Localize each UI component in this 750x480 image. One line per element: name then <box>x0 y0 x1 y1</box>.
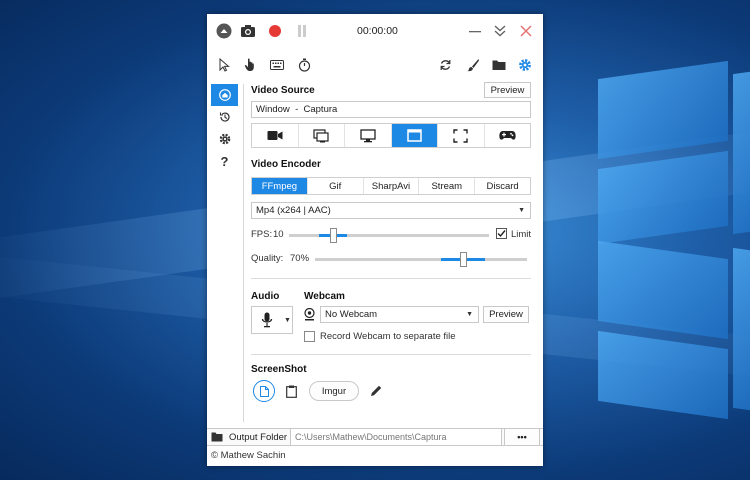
limit-checkbox[interactable] <box>496 228 507 239</box>
tab-gif[interactable]: Gif <box>308 178 364 194</box>
copyright-text: © Mathew Sachin <box>211 450 286 461</box>
collapse-icon[interactable] <box>215 22 233 40</box>
source-window[interactable] <box>391 124 438 147</box>
output-path-field[interactable]: C:\Users\Mathew\Documents\Captura <box>290 428 502 446</box>
brush-icon[interactable] <box>466 58 480 72</box>
output-folder-label: Output Folder <box>229 431 288 443</box>
codec-value: Mp4 (x264 | AAC) <box>256 205 331 216</box>
side-nav: ? <box>211 84 239 424</box>
source-monitor[interactable] <box>345 124 392 147</box>
tab-stream[interactable]: Stream <box>419 178 476 194</box>
output-folder-button[interactable]: Output Folder <box>207 428 290 446</box>
source-region[interactable] <box>438 124 485 147</box>
fps-slider[interactable] <box>289 227 489 243</box>
timer-icon[interactable] <box>298 58 311 72</box>
help-icon: ? <box>220 153 229 169</box>
chevron-down-icon: ▼ <box>466 311 473 318</box>
window-icon <box>407 129 422 142</box>
cursor-icon[interactable] <box>218 58 230 72</box>
source-type-selector <box>251 123 531 148</box>
section-divider <box>251 278 531 279</box>
monitor-icon <box>360 128 376 142</box>
audio-mic-button[interactable]: ▼ <box>251 306 293 334</box>
quality-value: 70% <box>290 253 310 264</box>
webcam-select[interactable]: No Webcam ▼ <box>320 306 479 323</box>
camera-icon[interactable] <box>239 22 257 40</box>
refresh-icon[interactable] <box>439 58 452 72</box>
screenshot-title: ScreenShot <box>251 364 307 375</box>
settings-gear-icon[interactable] <box>518 58 532 72</box>
screens-icon <box>313 128 329 142</box>
quality-slider[interactable] <box>315 251 527 267</box>
output-more-button[interactable]: ••• <box>504 428 540 446</box>
click-hand-icon[interactable] <box>244 57 257 72</box>
quality-label: Quality: <box>251 253 284 264</box>
video-camera-icon <box>267 131 283 140</box>
history-icon <box>219 112 230 122</box>
expand-down-icon[interactable] <box>491 22 509 40</box>
webcam-title: Webcam <box>304 291 345 302</box>
nav-history[interactable] <box>211 106 238 128</box>
source-multi-monitor[interactable] <box>299 124 345 147</box>
encoder-tabs: FFmpeg Gif SharpAvi Stream Discard <box>251 177 531 195</box>
codec-select[interactable]: Mp4 (x264 | AAC) ▼ <box>251 202 531 219</box>
video-source-value: Window - Captura <box>256 104 338 115</box>
nav-help[interactable]: ? <box>211 150 238 172</box>
folder-icon[interactable] <box>492 59 506 71</box>
webcam-icon <box>304 308 315 321</box>
close-icon[interactable] <box>517 22 535 40</box>
fps-slider-thumb[interactable] <box>330 228 337 243</box>
title-bar: 00:00:00 <box>207 14 543 48</box>
limit-label: Limit <box>511 229 532 240</box>
imgur-button[interactable]: Imgur <box>309 381 359 401</box>
video-source-preview-button[interactable]: Preview <box>484 82 531 98</box>
pencil-icon[interactable] <box>370 385 382 397</box>
fps-value: 10 <box>273 229 284 240</box>
region-select-icon <box>453 128 468 143</box>
nav-divider <box>243 84 244 422</box>
clipboard-icon[interactable] <box>286 385 297 398</box>
quality-slider-thumb[interactable] <box>460 252 467 267</box>
record-button[interactable] <box>266 22 284 40</box>
elapsed-time: 00:00:00 <box>357 25 398 37</box>
section-divider <box>251 354 531 355</box>
video-encoder-title: Video Encoder <box>251 159 321 170</box>
windows-logo-pane <box>733 247 750 413</box>
tab-ffmpeg[interactable]: FFmpeg <box>252 178 308 194</box>
webcam-value: No Webcam <box>325 309 378 320</box>
file-icon <box>259 385 269 397</box>
screenshot-disk-button[interactable] <box>253 380 275 402</box>
tab-sharpavi[interactable]: SharpAvi <box>364 178 420 194</box>
checkmark-icon <box>497 230 506 238</box>
webcam-separate-label: Record Webcam to separate file <box>320 331 456 342</box>
audio-title: Audio <box>251 291 280 302</box>
gear-icon <box>219 133 230 145</box>
tool-row <box>207 54 543 76</box>
tab-discard[interactable]: Discard <box>475 178 530 194</box>
source-screen-recorder[interactable] <box>252 124 299 147</box>
output-path-value: C:\Users\Mathew\Documents\Captura <box>295 432 447 442</box>
chevron-down-icon: ▼ <box>284 317 291 324</box>
captura-window: 00:00:00 ? Video Source Preview Window -… <box>207 14 543 466</box>
pause-icon[interactable] <box>293 22 311 40</box>
keyboard-icon[interactable] <box>270 60 284 70</box>
webcam-preview-button[interactable]: Preview <box>483 306 529 323</box>
video-source-field[interactable]: Window - Captura <box>251 101 531 118</box>
fps-label: FPS: <box>251 229 273 240</box>
chevron-down-icon: ▼ <box>518 207 525 214</box>
video-source-title: Video Source <box>251 85 315 96</box>
webcam-separate-checkbox[interactable] <box>304 331 315 342</box>
nav-settings[interactable] <box>211 128 238 150</box>
folder-icon <box>211 432 223 442</box>
source-game[interactable] <box>485 124 531 147</box>
nav-home[interactable] <box>211 84 238 106</box>
gamepad-icon <box>499 131 516 140</box>
home-icon <box>218 89 231 101</box>
windows-logo-pane <box>733 69 750 235</box>
minimize-icon[interactable] <box>466 22 484 40</box>
microphone-icon <box>261 312 273 328</box>
